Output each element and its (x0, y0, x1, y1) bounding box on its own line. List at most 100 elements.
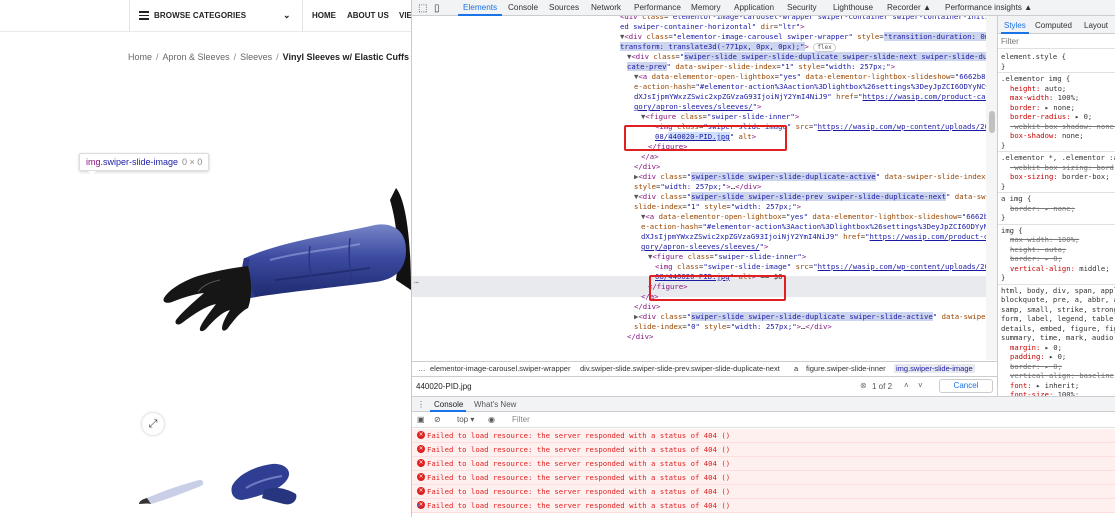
sidebar-toggle-icon[interactable]: ▣ (417, 415, 425, 424)
style-property[interactable]: max-width: (1010, 93, 1058, 102)
dom-line[interactable]: ▶<div class="swiper-slide swiper-slide-d… (634, 312, 994, 322)
style-property[interactable]: font: (1010, 381, 1036, 390)
style-value[interactable]: ▸ 0; (1045, 343, 1062, 352)
console-error-message[interactable]: × Failed to load resource: the server res… (412, 457, 1115, 471)
style-declaration[interactable]: max-width: 100%; (1010, 93, 1079, 103)
tab-layout[interactable]: Layout (1084, 21, 1108, 30)
style-selector[interactable]: details, embed, figure, figc (1001, 324, 1115, 334)
tab-lighthouse[interactable]: Lighthouse (833, 3, 873, 12)
style-value[interactable]: auto; (1045, 245, 1067, 254)
drawer-menu-icon[interactable]: ⋮ (417, 400, 425, 409)
style-selector[interactable]: html, body, div, span, applet (1001, 286, 1115, 296)
product-image[interactable] (160, 180, 411, 350)
dom-crumb-ellipsis[interactable]: … (418, 364, 426, 373)
dom-line[interactable]: slide-index="0" style="width: 257px;">…<… (634, 322, 832, 332)
style-value[interactable]: ▸ 0; (1049, 352, 1066, 361)
style-value[interactable]: none; (1097, 122, 1115, 131)
style-value[interactable]: ▸ 0; (1045, 254, 1062, 263)
style-selector[interactable]: } (1001, 62, 1005, 72)
breadcrumb-category-link[interactable]: Apron & Sleeves (163, 52, 230, 62)
console-error-message[interactable]: × Failed to load resource: the server res… (412, 471, 1115, 485)
style-value[interactable]: none; (1062, 131, 1084, 140)
style-declaration[interactable]: box-shadow: none; (1010, 131, 1084, 141)
style-selector[interactable]: blockquote, pre, a, abbr, ac (1001, 295, 1115, 305)
style-property[interactable]: padding: (1010, 352, 1049, 361)
style-declaration[interactable]: padding: ▸ 0; (1010, 352, 1066, 362)
tab-styles[interactable]: Styles (1004, 21, 1026, 30)
dom-line[interactable]: gory/apron-sleeves/sleeves/"> (641, 242, 768, 252)
tab-memory[interactable]: Memory (691, 3, 721, 12)
style-declaration[interactable]: vertical-align: middle; (1010, 264, 1110, 274)
eye-icon[interactable]: ◉ (488, 415, 495, 424)
nav-home-link[interactable]: HOME (312, 11, 336, 20)
style-selector[interactable]: a img { (1001, 194, 1031, 204)
style-declaration[interactable]: border: ▸ 0; (1010, 362, 1062, 372)
style-declaration[interactable]: box-sizing: border-box; (1010, 172, 1110, 182)
dom-crumb-swiper-wrapper[interactable]: elementor-image-carousel.swiper-wrapper (430, 364, 570, 373)
dom-line[interactable]: ▼<a data-elementor-open-lightbox="yes" d… (641, 212, 997, 222)
dom-line[interactable]: ed swiper-container-horizontal" dir="ltr… (620, 22, 805, 32)
style-selector[interactable]: } (1001, 141, 1005, 151)
find-input[interactable]: 440020-PID.jpg (416, 382, 472, 391)
style-selector[interactable]: } (1001, 182, 1005, 192)
dom-line[interactable]: cate-prev" data-swiper-slide-index="1" s… (627, 62, 895, 72)
tab-computed[interactable]: Computed (1035, 21, 1072, 30)
tab-performance-insights[interactable]: Performance insights ▲ (945, 3, 1032, 12)
style-value[interactable]: ▸ none; (1045, 103, 1075, 112)
console-error-message[interactable]: × Failed to load resource: the server res… (412, 443, 1115, 457)
style-value[interactable]: ▸ 0; (1075, 112, 1092, 121)
dom-line[interactable]: ▼<div class="elementor-image-carousel sw… (620, 32, 997, 42)
scrollbar-thumb[interactable] (989, 111, 995, 133)
drawer-tab-whats-new[interactable]: What's New (474, 400, 516, 409)
context-selector[interactable]: top ▾ (457, 415, 474, 424)
expand-icon[interactable]: ⤢ (142, 413, 164, 435)
style-property[interactable]: border: (1010, 254, 1045, 263)
style-value[interactable]: 100%; (1058, 235, 1080, 244)
node-ellipsis-icon[interactable]: ⋯ (414, 278, 419, 287)
dom-line[interactable]: style="width: 257px;">…</div> (634, 182, 761, 192)
style-selector[interactable]: element.style { (1001, 52, 1066, 62)
style-declaration[interactable]: margin: ▸ 0; (1010, 343, 1062, 353)
browse-categories-button[interactable]: BROWSE CATEGORIES (154, 11, 246, 20)
style-declaration[interactable]: vertical-align: baseline (1010, 371, 1114, 381)
nav-about-link[interactable]: ABOUT US (347, 11, 389, 20)
style-property[interactable]: box-sizing: (1010, 172, 1062, 181)
console-error-message[interactable]: × Failed to load resource: the server res… (412, 429, 1115, 443)
tab-sources[interactable]: Sources (549, 3, 579, 12)
dom-line[interactable]: gory/apron-sleeves/sleeves/"> (634, 102, 761, 112)
style-selector[interactable]: samp, small, strike, strong (1001, 305, 1115, 315)
tab-network[interactable]: Network (591, 3, 621, 12)
dom-line[interactable]: <img class="swiper-slide-image" src="htt… (655, 262, 997, 272)
style-value[interactable]: baseline (1079, 371, 1114, 380)
dom-line[interactable]: ▼<div class="swiper-slide swiper-slide-p… (634, 192, 997, 202)
style-property[interactable]: border: (1010, 204, 1045, 213)
tab-performance[interactable]: Performance (634, 3, 681, 12)
style-property[interactable]: box-shadow: (1010, 131, 1062, 140)
inspect-element-icon[interactable]: ⬚ (418, 3, 427, 14)
device-toolbar-icon[interactable]: ▯ (434, 3, 440, 14)
dom-line[interactable]: </a> (641, 152, 659, 162)
dom-line[interactable]: </div> (627, 332, 653, 342)
dom-line[interactable]: slide-index="1" style="width: 257px;"> (634, 202, 801, 212)
style-value[interactable]: bord (1097, 163, 1114, 172)
style-selector[interactable]: .elementor img { (1001, 74, 1070, 84)
thumbnail-2[interactable] (226, 460, 302, 510)
dom-line[interactable]: ▼<div class="swiper-slide swiper-slide-d… (627, 52, 997, 62)
tab-security[interactable]: Security (787, 3, 817, 12)
clear-console-icon[interactable]: ⊘ (434, 415, 441, 424)
style-value[interactable]: ▸ none; (1045, 204, 1075, 213)
dom-line[interactable]: dXJsIjpmYWxzZSwic2xpZGVzaG93IjoiNjY2YmI4… (634, 92, 994, 102)
console-prompt[interactable]: › (417, 500, 420, 510)
style-declaration[interactable]: height: auto; (1010, 84, 1066, 94)
elements-scrollbar[interactable] (986, 16, 997, 360)
style-value[interactable]: middle; (1079, 264, 1109, 273)
style-declaration[interactable]: border: ▸ none; (1010, 103, 1075, 113)
console-error-message[interactable]: × Failed to load resource: the server res… (412, 485, 1115, 499)
breadcrumb-subcategory-link[interactable]: Sleeves (240, 52, 272, 62)
style-property[interactable]: -webkit-box-sizing: (1010, 163, 1097, 172)
style-selector[interactable]: .elementor *, .elementor :a (1001, 153, 1115, 163)
nav-view-link[interactable]: VIE (399, 11, 411, 20)
style-selector[interactable]: } (1001, 273, 1005, 283)
style-declaration[interactable]: border-radius: ▸ 0; (1010, 112, 1092, 122)
tab-console[interactable]: Console (508, 3, 538, 12)
